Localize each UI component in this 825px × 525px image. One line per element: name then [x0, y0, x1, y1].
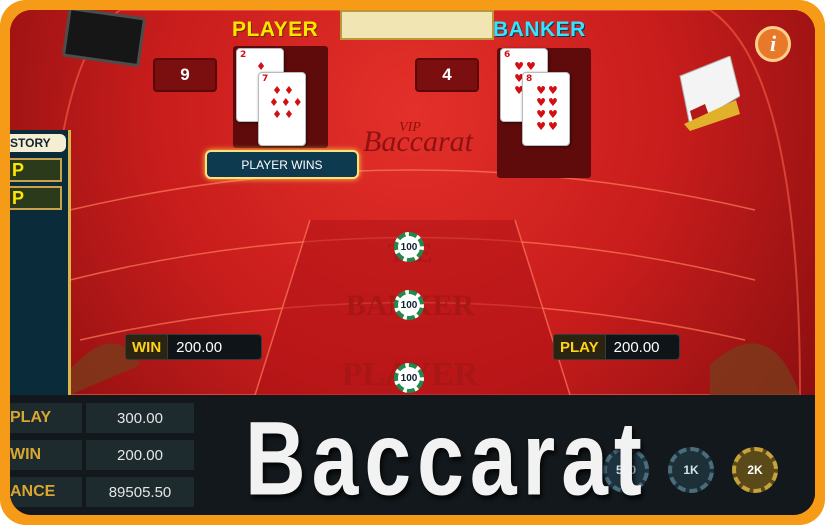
result-banner: PLAYER WINS	[205, 150, 359, 179]
win-pill-value: 200.00	[176, 338, 223, 356]
stat-value-balance: 89505.50	[86, 477, 194, 507]
banker-card-2: 8 ♥♥ ♥♥ ♥♥ ♥♥	[522, 72, 570, 146]
card-shoe	[679, 56, 740, 131]
discard-tray	[340, 10, 494, 40]
info-button[interactable]: i	[755, 26, 791, 62]
stat-value-win: 200.00	[86, 440, 194, 470]
chip-2k-button[interactable]: 2K	[732, 447, 778, 493]
history-entry-2: P	[10, 186, 62, 210]
history-entry-1: P	[10, 158, 62, 182]
play-pill-value: 200.00	[613, 338, 660, 356]
stat-row-balance: ANCE 89505.50	[10, 477, 200, 509]
player-title: PLAYER	[232, 18, 319, 41]
win-amount-pill: WIN 200.00	[125, 334, 262, 360]
player-score: 9	[153, 58, 217, 92]
play-amount-pill: PLAY 200.00	[553, 334, 680, 360]
play-pill-tag: PLAY	[554, 335, 606, 359]
stat-row-play: PLAY 300.00	[10, 403, 200, 435]
player-card-2: 7 ♦♦ ♦♦♦ ♦♦	[258, 72, 306, 146]
chip-1k-button[interactable]: 1K	[668, 447, 714, 493]
stat-row-win: WIN 200.00	[10, 440, 200, 472]
brand-title: Baccarat	[245, 399, 648, 515]
banker-score: 4	[415, 58, 479, 92]
game-screen: VIP Baccarat TIE BANKER PLAYER i PLAYER …	[10, 10, 815, 515]
banker-bet-chip[interactable]: 100	[394, 290, 424, 320]
tie-bet-chip[interactable]: 100	[394, 232, 424, 262]
table-logo-baccarat: Baccarat	[363, 125, 474, 158]
promo-frame: VIP Baccarat TIE BANKER PLAYER i PLAYER …	[0, 0, 825, 525]
stat-value-play: 300.00	[86, 403, 194, 433]
stat-label-play: PLAY	[10, 403, 82, 433]
player-bet-chip[interactable]: 100	[394, 363, 424, 393]
history-panel: STORY P P	[10, 130, 71, 410]
banker-title: BANKER	[493, 18, 586, 41]
history-header: STORY	[10, 134, 66, 152]
win-pill-tag: WIN	[126, 335, 169, 359]
stat-label-balance: ANCE	[10, 477, 82, 507]
stat-label-win: WIN	[10, 440, 82, 470]
